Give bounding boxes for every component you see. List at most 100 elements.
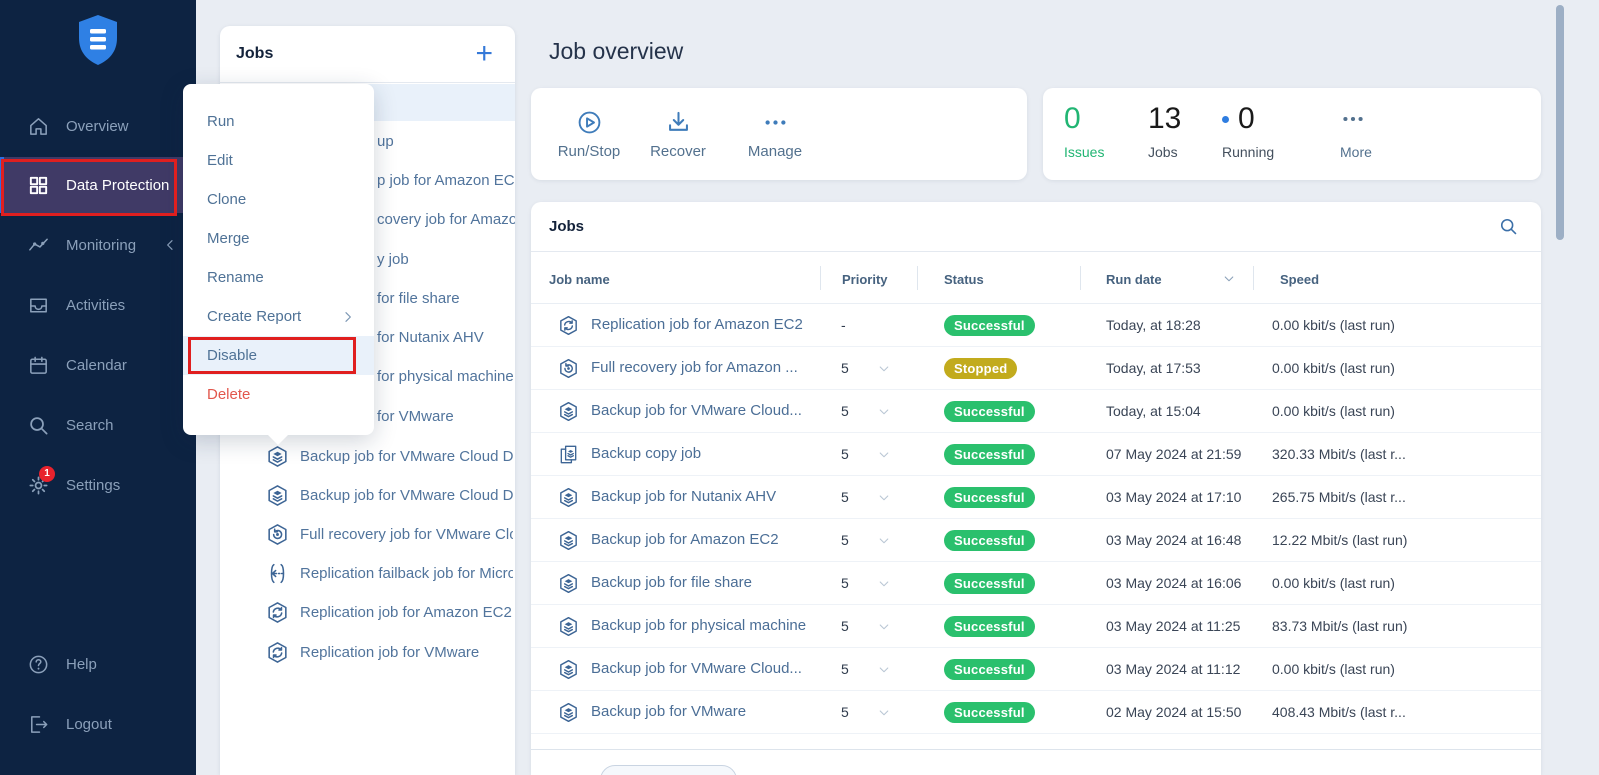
run-date: 03 May 2024 at 16:06 bbox=[1106, 575, 1241, 591]
menu-item-merge[interactable]: Merge bbox=[183, 219, 374, 258]
sidebar-item-search[interactable]: Search bbox=[0, 401, 196, 449]
job-list-item[interactable]: Replication job for VMware bbox=[265, 640, 513, 665]
download-icon bbox=[665, 109, 692, 136]
jobs-table-card: Jobs Job namePriorityStatusRun dateSpeed… bbox=[531, 202, 1541, 775]
priority-dropdown-chevron[interactable] bbox=[877, 577, 891, 591]
job-name[interactable]: Full recovery job for Amazon ... bbox=[591, 359, 798, 376]
pagination-button[interactable] bbox=[600, 765, 737, 775]
job-list-item[interactable]: Full recovery job for VMware Cloud bbox=[265, 522, 513, 547]
menu-item-edit[interactable]: Edit bbox=[183, 141, 374, 180]
stat-running[interactable]: 0Running bbox=[1222, 102, 1274, 160]
priority-value: 5 bbox=[841, 489, 861, 505]
table-row[interactable]: Full recovery job for Amazon ...5Stopped… bbox=[531, 347, 1541, 390]
priority-dropdown-chevron[interactable] bbox=[877, 448, 891, 462]
job-list-item-partial[interactable]: for file share bbox=[377, 290, 460, 307]
run-date: Today, at 18:28 bbox=[1106, 317, 1201, 333]
sidebar-item-data-protection[interactable]: Data Protection bbox=[0, 157, 196, 213]
column-header-status[interactable]: Status bbox=[944, 272, 984, 287]
recover-button[interactable]: Recover bbox=[630, 88, 726, 180]
sidebar-item-activities[interactable]: Activities bbox=[0, 281, 196, 329]
menu-item-clone[interactable]: Clone bbox=[183, 180, 374, 219]
column-header-priority[interactable]: Priority bbox=[842, 272, 888, 287]
table-row[interactable]: Backup copy job5Successful07 May 2024 at… bbox=[531, 433, 1541, 476]
menu-item-create-report[interactable]: Create Report bbox=[183, 297, 374, 336]
job-list-item-partial[interactable]: p job for Amazon EC2 bbox=[377, 172, 515, 189]
job-name[interactable]: Backup job for VMware bbox=[591, 703, 746, 720]
job-list-item[interactable]: Backup job for VMware Cloud Dire bbox=[265, 483, 513, 508]
job-name[interactable]: Backup job for Nutanix AHV bbox=[591, 488, 776, 505]
table-row[interactable]: Backup job for VMware Cloud...5Successfu… bbox=[531, 648, 1541, 691]
column-separator bbox=[820, 266, 821, 290]
sort-chevron-icon[interactable] bbox=[1222, 272, 1236, 286]
sidebar-item-label: Calendar bbox=[66, 357, 127, 374]
sidebar-item-settings[interactable]: 1Settings bbox=[0, 461, 196, 509]
priority-dropdown-chevron[interactable] bbox=[877, 362, 891, 376]
job-list-item-partial[interactable]: up bbox=[377, 133, 394, 150]
run-date: 07 May 2024 at 21:59 bbox=[1106, 446, 1241, 462]
sidebar: Overview Data Protection Monitoring Activit… bbox=[0, 0, 196, 775]
menu-item-disable[interactable]: Disable bbox=[183, 336, 374, 375]
job-name[interactable]: Backup job for file share bbox=[591, 574, 752, 591]
copy-icon bbox=[557, 443, 580, 466]
menu-item-rename[interactable]: Rename bbox=[183, 258, 374, 297]
speed-value: 0.00 kbit/s (last run) bbox=[1272, 575, 1395, 591]
sidebar-item-label: Overview bbox=[66, 118, 129, 135]
search-icon[interactable] bbox=[1498, 216, 1519, 237]
stat-issues[interactable]: 0Issues bbox=[1064, 102, 1104, 160]
table-row[interactable]: Backup job for physical machine5Successf… bbox=[531, 605, 1541, 648]
job-list-item-partial[interactable]: y job bbox=[377, 251, 409, 268]
job-list-item-partial[interactable]: for physical machine bbox=[377, 368, 514, 385]
menu-item-delete[interactable]: Delete bbox=[183, 375, 374, 414]
sidebar-item-logout[interactable]: Logout bbox=[0, 700, 196, 748]
table-row[interactable]: Backup job for file share5Successful03 M… bbox=[531, 562, 1541, 605]
job-name[interactable]: Backup copy job bbox=[591, 445, 701, 462]
sidebar-item-overview[interactable]: Overview bbox=[0, 102, 196, 150]
priority-dropdown-chevron[interactable] bbox=[877, 706, 891, 720]
job-name[interactable]: Replication job for Amazon EC2 bbox=[591, 316, 803, 333]
job-list-item[interactable]: Replication failback job for Microso bbox=[265, 561, 513, 586]
priority-dropdown-chevron[interactable] bbox=[877, 663, 891, 677]
menu-item-label: Delete bbox=[207, 386, 250, 403]
sidebar-item-calendar[interactable]: Calendar bbox=[0, 341, 196, 389]
run-stop-button[interactable]: Run/Stop bbox=[541, 88, 637, 180]
priority-dropdown-chevron[interactable] bbox=[877, 405, 891, 419]
vertical-scrollbar[interactable] bbox=[1556, 5, 1564, 240]
manage-button[interactable]: Manage bbox=[727, 88, 823, 180]
menu-item-label: Run bbox=[207, 113, 235, 130]
speed-value: 265.75 Mbit/s (last r... bbox=[1272, 489, 1406, 505]
job-list-item-partial[interactable]: for VMware bbox=[377, 408, 454, 425]
stat-value: 0 bbox=[1064, 102, 1104, 136]
table-row[interactable]: Replication job for Amazon EC2-Successfu… bbox=[531, 304, 1541, 347]
job-list-item-partial[interactable]: covery job for Amazon E bbox=[377, 211, 515, 228]
job-name[interactable]: Backup job for VMware Cloud... bbox=[591, 660, 802, 677]
table-row[interactable]: Backup job for Amazon EC25Successful03 M… bbox=[531, 519, 1541, 562]
recovery-icon bbox=[557, 357, 580, 380]
speed-value: 320.33 Mbit/s (last r... bbox=[1272, 446, 1406, 462]
stat-label: Jobs bbox=[1148, 144, 1181, 160]
column-header-job-name[interactable]: Job name bbox=[549, 272, 610, 287]
job-name[interactable]: Backup job for Amazon EC2 bbox=[591, 531, 779, 548]
sidebar-item-help[interactable]: Help bbox=[0, 640, 196, 688]
stat-more[interactable]: More bbox=[1340, 102, 1372, 160]
stat-jobs[interactable]: 13Jobs bbox=[1148, 102, 1181, 160]
job-name[interactable]: Backup job for physical machine bbox=[591, 617, 806, 634]
table-column-header: Job name Priority Status Run date Speed bbox=[531, 252, 1541, 304]
priority-dropdown-chevron[interactable] bbox=[877, 534, 891, 548]
job-list-item-partial[interactable]: for Nutanix AHV bbox=[377, 329, 484, 346]
run-date: Today, at 15:04 bbox=[1106, 403, 1201, 419]
table-row[interactable]: Backup job for VMware Cloud...5Successfu… bbox=[531, 390, 1541, 433]
priority-value: 5 bbox=[841, 704, 861, 720]
menu-item-run[interactable]: Run bbox=[183, 102, 374, 141]
table-row[interactable]: Backup job for VMware5Successful02 May 2… bbox=[531, 691, 1541, 734]
job-list-item[interactable]: Backup job for VMware Cloud Dire bbox=[265, 444, 513, 469]
column-header-speed[interactable]: Speed bbox=[1280, 272, 1319, 287]
job-list-item[interactable]: Replication job for Amazon EC2 bbox=[265, 600, 513, 625]
column-header-run-date[interactable]: Run date bbox=[1106, 272, 1162, 287]
sidebar-item-monitoring[interactable]: Monitoring bbox=[0, 221, 196, 269]
priority-dropdown-chevron[interactable] bbox=[877, 491, 891, 505]
priority-dropdown-chevron[interactable] bbox=[877, 620, 891, 634]
search-icon bbox=[27, 414, 50, 437]
add-job-button[interactable]: + bbox=[475, 41, 493, 67]
table-row[interactable]: Backup job for Nutanix AHV5Successful03 … bbox=[531, 476, 1541, 519]
job-name[interactable]: Backup job for VMware Cloud... bbox=[591, 402, 802, 419]
